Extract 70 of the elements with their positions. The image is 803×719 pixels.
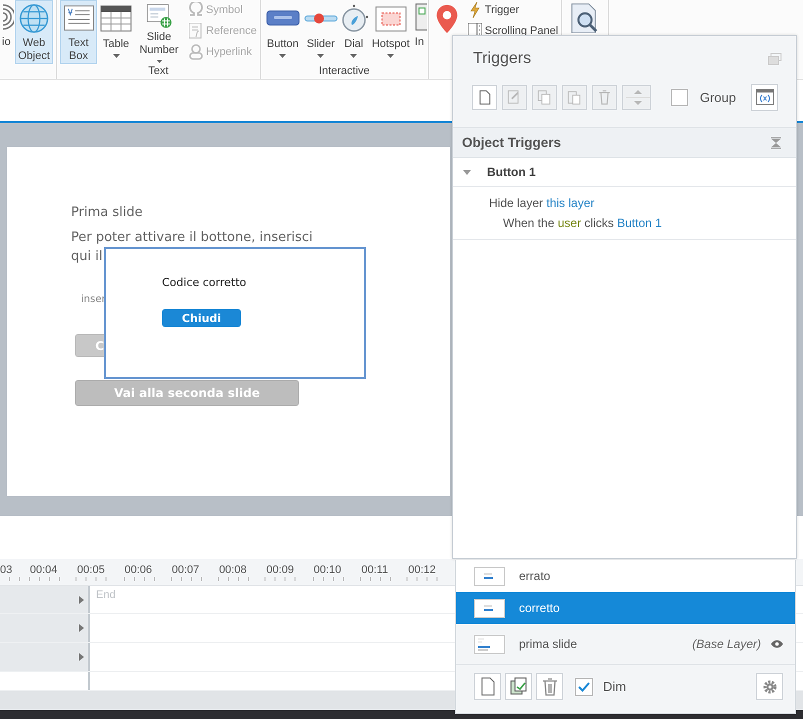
ribbon-tool[interactable]: Dial bbox=[340, 0, 368, 64]
layer-name: prima slide bbox=[519, 637, 578, 651]
trigger-item[interactable]: Hide layer this layer When the user clicks Button 1 bbox=[453, 187, 796, 240]
expand-arrow-icon[interactable] bbox=[79, 624, 84, 632]
eye-icon[interactable] bbox=[771, 640, 783, 648]
layer-tool-button[interactable] bbox=[536, 673, 563, 700]
ribbon-group-label: Text bbox=[147, 64, 170, 79]
caret-icon bbox=[112, 54, 120, 58]
toolbar-button[interactable] bbox=[472, 84, 497, 110]
lightning-icon bbox=[468, 2, 482, 18]
layer-tool-button[interactable] bbox=[474, 673, 501, 700]
ribbon-tool[interactable]: Slide Number bbox=[135, 0, 183, 64]
ribbon-tool[interactable]: Slider bbox=[304, 0, 338, 64]
slider-icon bbox=[304, 12, 338, 25]
caret-icon bbox=[156, 60, 162, 63]
target-link[interactable]: this layer bbox=[546, 196, 594, 210]
layer-thumbnail-icon bbox=[474, 634, 505, 654]
variables-button[interactable] bbox=[751, 84, 778, 110]
button-icon bbox=[266, 10, 300, 26]
slide-text: Per poter attivare il bottone, inserisci bbox=[71, 230, 313, 245]
layer-row[interactable]: errato bbox=[456, 560, 795, 592]
dialog-message: Codice corretto bbox=[162, 276, 246, 289]
ribbon-tool[interactable]: Button bbox=[264, 0, 302, 64]
actor-link[interactable]: user bbox=[558, 216, 582, 230]
ribbon-tool[interactable]: Table bbox=[99, 0, 133, 64]
ribbon-tool[interactable]: io bbox=[1, 0, 13, 64]
dim-label: Dim bbox=[603, 679, 628, 694]
layer-tool-button[interactable] bbox=[505, 673, 532, 700]
target-link[interactable]: Button 1 bbox=[617, 216, 662, 230]
sound-waves-icon bbox=[2, 4, 14, 30]
slide-text: qui il bbox=[71, 249, 102, 264]
close-button[interactable]: Chiudi bbox=[162, 309, 241, 327]
expand-arrow-icon[interactable] bbox=[79, 653, 84, 661]
settings-icon bbox=[762, 678, 778, 694]
duplicate-layer-icon bbox=[508, 676, 529, 697]
layer-thumbnail-icon bbox=[474, 566, 505, 586]
caret-icon bbox=[387, 54, 394, 58]
omega-icon bbox=[189, 2, 203, 18]
caret-icon bbox=[350, 54, 358, 58]
variables-icon bbox=[756, 89, 774, 105]
ribbon-tool[interactable]: Text Box bbox=[60, 0, 97, 64]
field-text: inser bbox=[81, 294, 106, 305]
section-title: Object Triggers bbox=[462, 135, 562, 150]
collapse-all-icon[interactable] bbox=[771, 136, 781, 148]
layer-name: corretto bbox=[519, 601, 561, 615]
group-label: Group bbox=[700, 90, 736, 104]
checkmark-icon bbox=[578, 682, 590, 692]
layer-note: (Base Layer) bbox=[692, 637, 761, 651]
ribbon-tool[interactable]: Web Object bbox=[15, 0, 53, 64]
slide-title: Prima slide bbox=[71, 205, 143, 220]
ribbon-small-tool[interactable]: Trigger bbox=[468, 2, 558, 18]
settings-button[interactable] bbox=[756, 673, 783, 700]
caret-icon bbox=[279, 54, 286, 58]
dim-checkbox[interactable] bbox=[575, 678, 593, 696]
layer-row[interactable]: corretto bbox=[456, 592, 795, 624]
layer-thumbnail-icon bbox=[474, 598, 505, 618]
group-checkbox[interactable] bbox=[670, 88, 688, 106]
trigger-condition: When the user clicks Button 1 bbox=[502, 215, 663, 232]
expand-arrow-icon[interactable] bbox=[79, 596, 84, 604]
globe-icon bbox=[18, 3, 50, 34]
ribbon-tool[interactable]: Hotspot bbox=[370, 0, 412, 64]
trigger-action: Hide layer this layer bbox=[489, 195, 596, 212]
collapse-arrow-icon bbox=[463, 170, 471, 174]
object-name: Button 1 bbox=[487, 165, 536, 179]
caret-icon bbox=[317, 54, 324, 58]
end-marker: End bbox=[95, 588, 117, 603]
ribbon-group-label: Interactive bbox=[318, 64, 371, 79]
panel-title: Triggers bbox=[473, 50, 532, 68]
trigger-object-row[interactable]: Button 1 bbox=[453, 158, 796, 187]
layer-name: errato bbox=[519, 569, 552, 583]
